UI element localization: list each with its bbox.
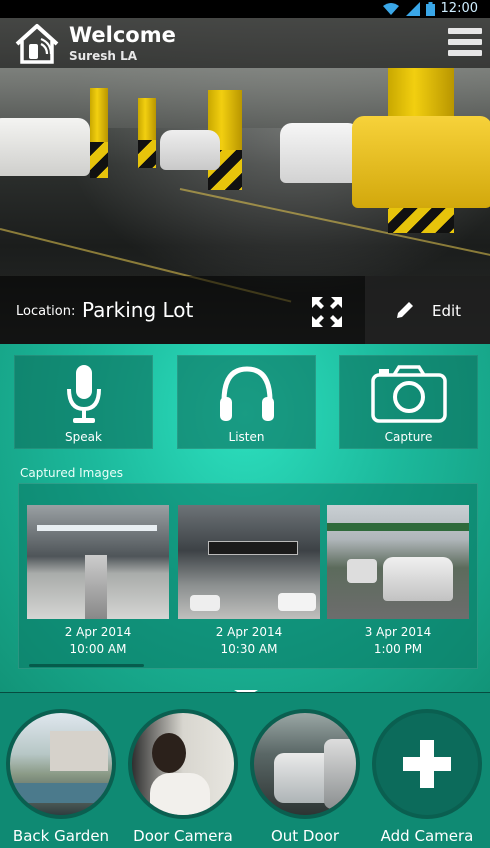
thumbnail-time: 1:00 PM xyxy=(373,642,423,656)
camera-icon xyxy=(370,365,447,423)
status-bar: 12:00 xyxy=(0,0,490,18)
camera-list: Back Garden Door Camera Out Door Add Cam… xyxy=(0,692,490,848)
plus-icon xyxy=(403,740,451,788)
battery-icon xyxy=(425,1,435,16)
camera-label: Add Camera xyxy=(380,827,474,845)
edit-button[interactable]: Edit xyxy=(365,276,490,344)
add-camera-button[interactable]: Add Camera xyxy=(372,709,482,845)
user-name: Suresh LA xyxy=(69,49,138,63)
camera-label: Door Camera xyxy=(133,827,233,845)
signal-icon xyxy=(405,1,420,16)
control-panel: Speak Listen Capture Captured Images 2 A… xyxy=(0,344,490,692)
wifi-icon xyxy=(382,2,399,15)
hamburger-menu-icon[interactable] xyxy=(448,28,482,56)
listen-button[interactable]: Listen xyxy=(177,355,316,449)
parked-car xyxy=(0,118,90,176)
camera-thumbnail[interactable] xyxy=(250,709,360,819)
carousel-scrollbar[interactable] xyxy=(29,664,144,667)
camera-item-door-camera[interactable]: Door Camera xyxy=(128,709,238,845)
parking-pillar xyxy=(138,98,156,168)
fullscreen-expand-icon[interactable] xyxy=(310,295,344,329)
listen-label: Listen xyxy=(228,430,265,444)
microphone-icon xyxy=(66,365,101,423)
camera-item-back-garden[interactable]: Back Garden xyxy=(6,709,116,845)
status-time: 12:00 xyxy=(440,1,478,16)
camera-thumbnail[interactable] xyxy=(6,709,116,819)
app-header: Welcome Suresh LA xyxy=(0,18,490,68)
page-title: Welcome xyxy=(69,23,176,47)
parking-pillar xyxy=(90,88,108,178)
thumbnail-date: 3 Apr 2014 xyxy=(364,625,432,639)
headphones-icon xyxy=(219,366,274,421)
camera-item-out-door[interactable]: Out Door xyxy=(250,709,360,845)
thumbnail-date: 2 Apr 2014 xyxy=(215,625,283,639)
add-camera-circle[interactable] xyxy=(372,709,482,819)
captured-thumbnail[interactable] xyxy=(178,505,320,619)
speak-label: Speak xyxy=(65,430,102,444)
capture-button[interactable]: Capture xyxy=(339,355,478,449)
speak-button[interactable]: Speak xyxy=(14,355,153,449)
capture-label: Capture xyxy=(384,430,433,444)
camera-thumbnail[interactable] xyxy=(128,709,238,819)
camera-label: Out Door xyxy=(270,827,340,845)
parked-car xyxy=(160,130,220,170)
parked-car xyxy=(352,116,490,208)
thumbnail-time: 10:00 AM xyxy=(69,642,127,656)
parked-car xyxy=(280,123,360,183)
thumbnail-date: 2 Apr 2014 xyxy=(64,625,132,639)
location-value: Parking Lot xyxy=(82,298,194,322)
edit-label: Edit xyxy=(432,302,462,320)
camera-label: Back Garden xyxy=(12,827,110,845)
thumbnail-time: 10:30 AM xyxy=(220,642,278,656)
pencil-icon xyxy=(397,302,413,318)
location-bar: Location: Parking Lot Edit xyxy=(0,276,490,344)
captured-images-carousel[interactable]: 2 Apr 2014 10:00 AM 2 Apr 2014 10:30 AM … xyxy=(18,483,478,669)
captured-thumbnail[interactable] xyxy=(27,505,169,619)
home-security-logo-icon xyxy=(15,24,59,64)
captured-images-title: Captured Images xyxy=(20,466,123,480)
captured-thumbnail[interactable] xyxy=(327,505,469,619)
location-label: Location: xyxy=(16,304,76,319)
